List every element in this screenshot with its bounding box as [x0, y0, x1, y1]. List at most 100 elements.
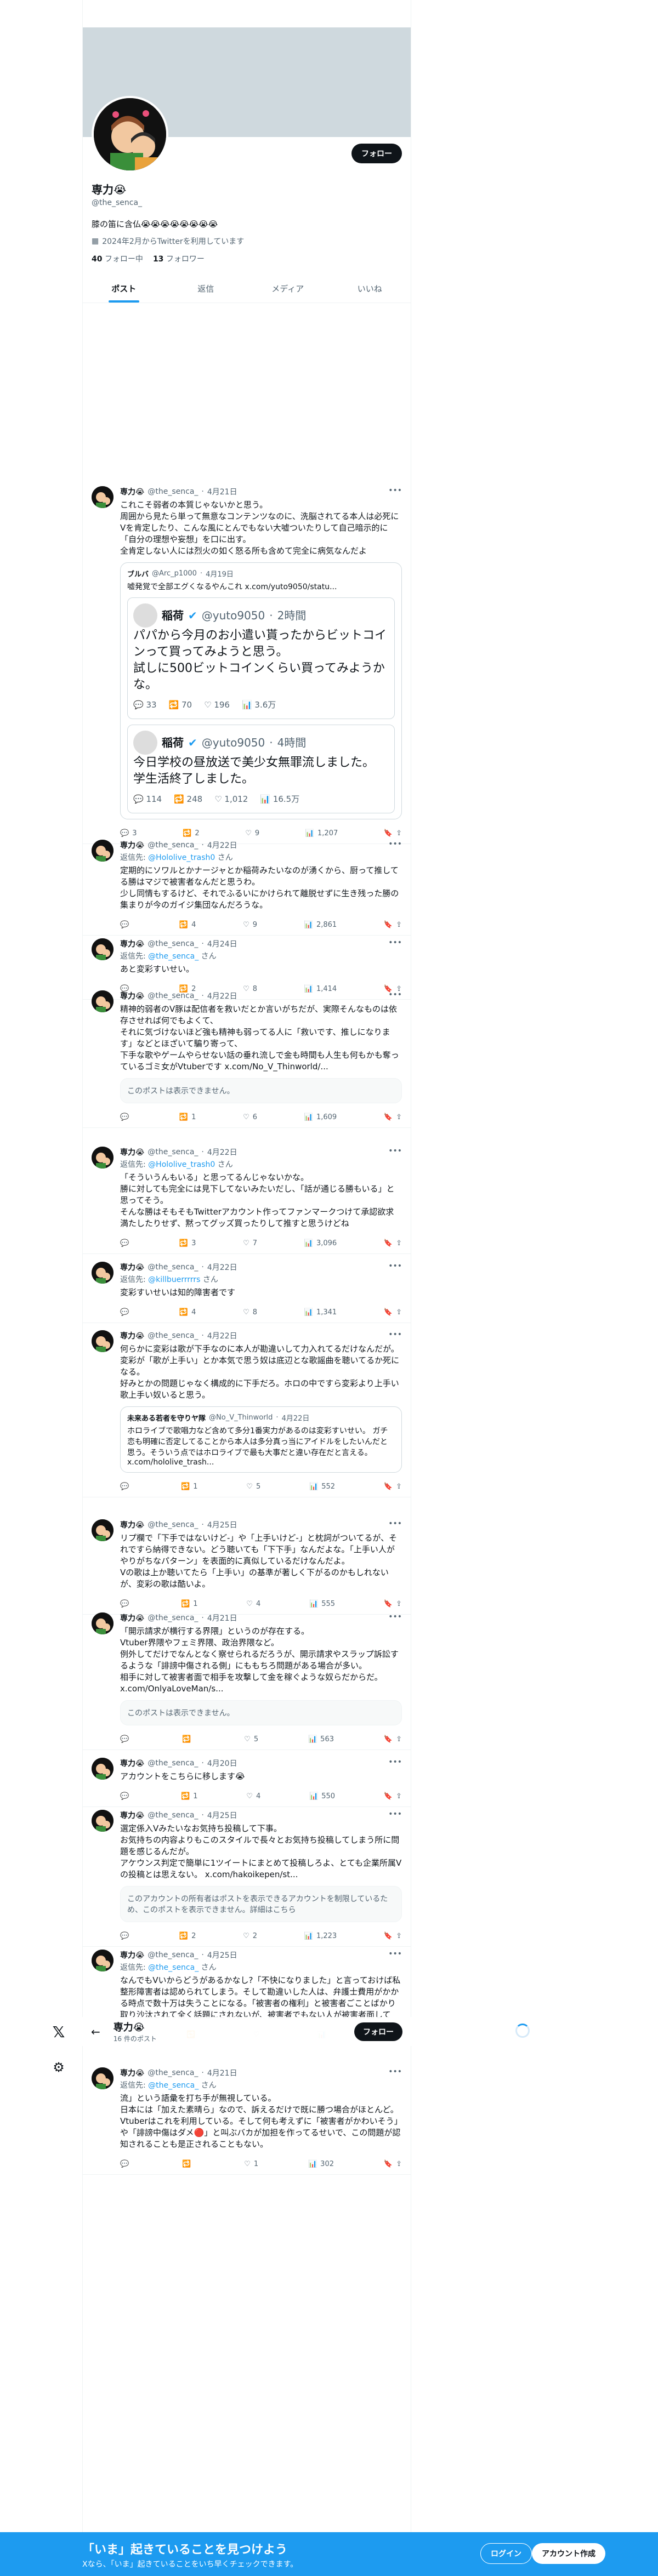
tweet-author-name[interactable]: 専力😭 [120, 938, 144, 949]
repost-button[interactable]: 🔁 1 [181, 1483, 197, 1491]
tweet-date[interactable]: 4月22日 [207, 840, 237, 851]
bookmark-icon[interactable]: 🔖 [384, 1239, 393, 1247]
bookmark-icon[interactable]: 🔖 [384, 1308, 393, 1317]
tweet-author-handle[interactable]: @the_senca_ [148, 487, 198, 496]
share-icon[interactable]: ⇪ [396, 921, 402, 929]
tweet-date[interactable]: 4月25日 [207, 1519, 237, 1530]
tweet-date[interactable]: 4月25日 [207, 1810, 237, 1821]
tweet-author-name[interactable]: 専力😭 [120, 840, 144, 851]
views-button[interactable]: 📊 302 [308, 2160, 334, 2168]
repost-button[interactable]: 🔁 1 [179, 1113, 196, 1121]
more-options-icon[interactable]: ••• [388, 990, 402, 999]
tweet-date[interactable]: 4月22日 [207, 1262, 237, 1273]
tweet-author-name[interactable]: 専力😭 [120, 1330, 144, 1341]
share-icon[interactable]: ⇪ [396, 1483, 402, 1491]
more-options-icon[interactable]: ••• [388, 1950, 402, 1958]
more-options-icon[interactable]: ••• [388, 2067, 402, 2076]
like-button[interactable]: ♡ 5 [246, 1483, 260, 1491]
tweet-author-handle[interactable]: @the_senca_ [148, 1520, 198, 1529]
gear-icon[interactable]: ⚙ [49, 2058, 68, 2077]
share-icon[interactable]: ⇪ [396, 1792, 402, 1800]
repost-button[interactable]: 🔁 2 [179, 1932, 196, 1940]
tweet-date[interactable]: 4月21日 [207, 486, 237, 497]
tweet-author-name[interactable]: 専力😭 [120, 1758, 144, 1769]
tweet-author-handle[interactable]: @the_senca_ [148, 1614, 198, 1622]
more-options-icon[interactable]: ••• [388, 840, 402, 848]
tweet-date[interactable]: 4月22日 [207, 990, 237, 1001]
bookmark-icon[interactable]: 🔖 [384, 1735, 393, 1743]
tweet-author-name[interactable]: 専力😭 [120, 1950, 144, 1961]
tweet[interactable]: ••• 専力😭 @the_senca_ · 4月25日 リプ欄で「下手ではないけど-」や「… [83, 1513, 411, 1615]
views-button[interactable]: 📊 2,861 [304, 921, 337, 929]
reply-button[interactable]: 💬 [120, 1932, 132, 1940]
views-button[interactable]: 📊 1,341 [304, 1308, 337, 1317]
tweet-author-handle[interactable]: @the_senca_ [148, 939, 198, 948]
more-options-icon[interactable]: ••• [388, 1612, 402, 1621]
tweet-author-name[interactable]: 専力😭 [120, 1262, 144, 1273]
more-options-icon[interactable]: ••• [388, 1810, 402, 1819]
views-button[interactable]: 📊 3,096 [304, 1239, 337, 1247]
share-icon[interactable]: ⇪ [396, 2160, 402, 2168]
more-options-icon[interactable]: ••• [388, 1330, 402, 1339]
tweet-date[interactable]: 4月21日 [207, 2067, 237, 2078]
repost-button[interactable]: 🔁 [182, 1735, 194, 1743]
share-icon[interactable]: ⇪ [396, 1932, 402, 1940]
tweet-avatar[interactable] [92, 486, 114, 508]
tweet-date[interactable]: 4月22日 [207, 1330, 237, 1341]
tweet-author-name[interactable]: 専力😭 [120, 486, 144, 497]
reply-button[interactable]: 💬 [120, 1239, 132, 1247]
views-button[interactable]: 📊 550 [309, 1792, 335, 1800]
share-icon[interactable]: ⇪ [396, 1113, 402, 1121]
quoted-tweet[interactable]: 未来ある若者を守りヤ隊 @No_V_Thinworld · 4月22日 ホロライブで歌唱… [120, 1406, 402, 1473]
bookmark-icon[interactable]: 🔖 [384, 2160, 393, 2168]
tweet-author-handle[interactable]: @the_senca_ [148, 1811, 198, 1820]
tweet-author-name[interactable]: 専力😭 [120, 1612, 144, 1623]
tweet[interactable]: ••• 専力😭 @the_senca_ · 4月21日 「開示請求が横行する界隈」というの… [83, 1606, 411, 1750]
signup-button[interactable]: アカウント作成 [532, 2543, 605, 2564]
more-options-icon[interactable]: ••• [388, 1147, 402, 1155]
like-button[interactable]: ♡ 4 [246, 1792, 260, 1800]
repost-button[interactable]: 🔁 3 [179, 1239, 196, 1247]
reply-button[interactable]: 💬 [120, 1483, 132, 1491]
tweet-avatar[interactable] [92, 1810, 114, 1832]
tweet[interactable]: ••• 専力😭 @the_senca_ · 4月22日 返信先: @Hololive_tr… [83, 1140, 411, 1254]
tweet-avatar[interactable] [92, 1147, 114, 1169]
more-options-icon[interactable]: ••• [388, 938, 402, 947]
x-logo-icon[interactable]: 𝕏 [49, 2022, 68, 2041]
quoted-tweet[interactable]: ブルバ @Arc_p1000 · 4月19日 嘘発覚で全部エグくなるやんこれ x.com… [120, 562, 402, 819]
reply-button[interactable]: 💬 [120, 1113, 132, 1121]
tweet-author-name[interactable]: 専力😭 [120, 990, 144, 1001]
login-button[interactable]: ログイン [480, 2543, 532, 2564]
tweet-date[interactable]: 4月20日 [207, 1758, 237, 1769]
tweet[interactable]: ••• 専力😭 @the_senca_ · 4月21日 返信先: @the_senca_ … [83, 2061, 411, 2175]
bookmark-icon[interactable]: 🔖 [384, 1113, 393, 1121]
tweet[interactable]: ••• 専力😭 @the_senca_ · 4月20日 アカウントをこちらに移します😭 💬 🔁… [83, 1751, 411, 1807]
reply-to-handle[interactable]: @the_senca_ [148, 1963, 198, 1972]
bookmark-icon[interactable]: 🔖 [384, 1932, 393, 1940]
tweet-author-name[interactable]: 専力😭 [120, 1519, 144, 1530]
like-button[interactable]: ♡ 1 [244, 2160, 258, 2168]
tweet[interactable]: ••• 専力😭 @the_senca_ · 4月22日 返信先: @Hololive_tr… [83, 833, 411, 936]
following-link[interactable]: 40 フォロー中 [92, 253, 143, 264]
bookmark-icon[interactable]: 🔖 [384, 921, 393, 929]
tweet-avatar[interactable] [92, 990, 114, 1012]
repost-button[interactable]: 🔁 [182, 2160, 194, 2168]
views-button[interactable]: 📊 552 [309, 1483, 335, 1491]
bookmark-icon[interactable]: 🔖 [384, 1483, 393, 1491]
tweet[interactable]: ••• 専力😭 @the_senca_ · 4月25日 選定係入Vみたいなお気持ち投稿して… [83, 1803, 411, 1947]
tweet-avatar[interactable] [92, 2067, 114, 2089]
reply-to-handle[interactable]: @killbuerrrrrs [148, 1275, 200, 1284]
like-button[interactable]: ♡ 8 [243, 1308, 257, 1317]
share-icon[interactable]: ⇪ [396, 1735, 402, 1743]
bookmark-icon[interactable]: 🔖 [384, 1792, 393, 1800]
tweet-avatar[interactable] [92, 1519, 114, 1541]
reply-button[interactable]: 💬 [120, 1792, 132, 1800]
tweet-avatar[interactable] [92, 840, 114, 862]
tweet-date[interactable]: 4月25日 [207, 1950, 237, 1961]
like-button[interactable]: ♡ 6 [243, 1113, 257, 1121]
tweet-date[interactable]: 4月22日 [207, 1147, 237, 1158]
more-options-icon[interactable]: ••• [388, 1519, 402, 1528]
repost-button[interactable]: 🔁 4 [179, 921, 196, 929]
views-button[interactable]: 📊 1,609 [304, 1113, 337, 1121]
tweet[interactable]: ••• 専力😭 @the_senca_ · 4月22日 精神的弱者のV豚は配信者を救いだと… [83, 984, 411, 1128]
